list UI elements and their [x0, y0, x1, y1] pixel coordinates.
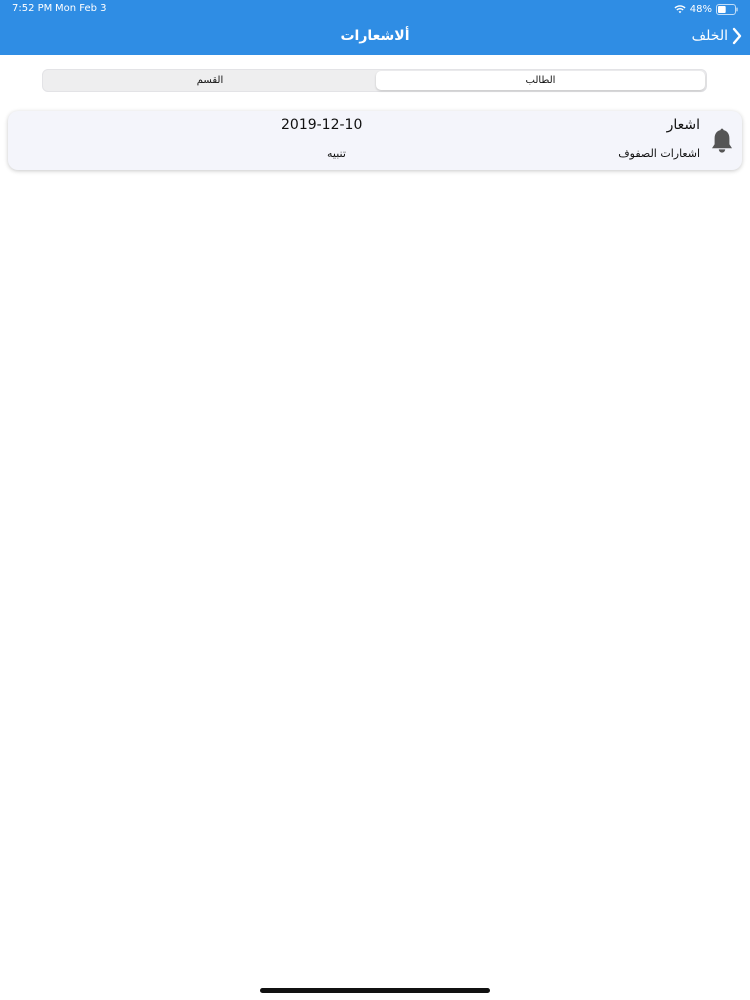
wifi-icon — [674, 4, 686, 14]
segment-department[interactable]: القسم — [45, 71, 375, 90]
back-button[interactable]: الخلف — [692, 25, 742, 47]
status-date: Mon Feb 3 — [55, 3, 107, 14]
segment-student[interactable]: الطالب — [376, 71, 705, 90]
segmented-control: القسم الطالب — [42, 69, 707, 92]
notification-subtitle: اشعارات الصفوف — [618, 147, 700, 160]
navigation-bar: 7:52 PM Mon Feb 3 48% ألاشعارات الخلف — [0, 0, 750, 55]
battery-percentage: 48% — [689, 3, 712, 15]
page-title: ألاشعارات — [340, 28, 410, 44]
home-indicator — [260, 988, 490, 993]
status-time: 7:52 PM — [12, 3, 53, 14]
notification-card[interactable]: اشعار 2019-12-10 اشعارات الصفوف تنبيه — [8, 111, 742, 170]
bell-icon — [710, 128, 734, 154]
notification-date: 2019-12-10 — [281, 117, 363, 133]
status-indicators: 48% — [674, 2, 738, 16]
back-button-label: الخلف — [691, 28, 728, 44]
notification-title: اشعار — [666, 117, 700, 133]
battery-icon — [716, 3, 738, 15]
chevron-right-icon — [732, 27, 742, 45]
battery-fill — [718, 5, 726, 13]
notification-type: تنبيه — [327, 147, 346, 160]
